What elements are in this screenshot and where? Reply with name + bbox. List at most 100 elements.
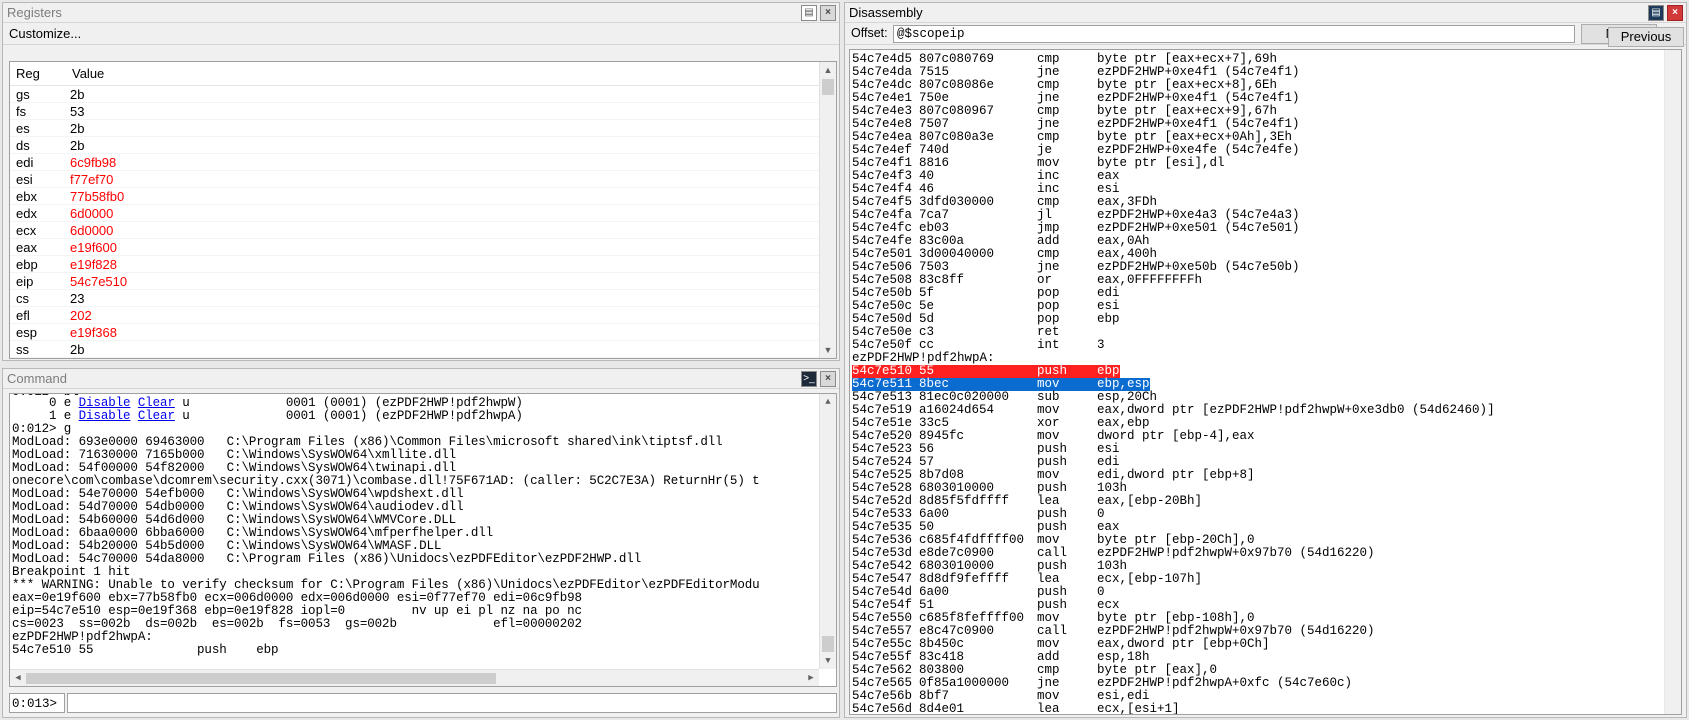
command-prompt-icon[interactable]: >_ [801,371,817,387]
scroll-up-icon[interactable]: ▲ [820,394,836,410]
register-row[interactable]: cs 23 [10,290,836,307]
register-name: fs [16,104,27,119]
scroll-right-icon[interactable]: ▶ [803,670,819,686]
registers-title: Registers [7,5,62,20]
offset-label: Offset: [851,26,888,40]
scroll-thumb[interactable] [822,79,834,95]
disassembly-line[interactable]: 54c7e4f1 8816 mov byte ptr [esi],dl [852,157,1663,170]
register-row[interactable]: es 2b [10,120,836,137]
scroll-down-icon[interactable]: ▼ [820,653,836,669]
register-value[interactable]: 2b [70,86,84,103]
close-icon[interactable]: × [820,5,836,21]
register-row[interactable]: ebx 77b58fb0 [10,188,836,205]
disable-link[interactable]: Disable [79,396,131,410]
scroll-down-icon[interactable]: ▼ [820,342,836,358]
command-vertical-scrollbar[interactable]: ▲ ▼ [819,394,836,669]
register-value[interactable]: 2b [70,120,84,137]
disassembly-line[interactable]: 54c7e547 8d8df9feffff lea ecx,[ebp-107h] [852,573,1663,586]
register-row[interactable]: ds 2b [10,137,836,154]
breakpoint-suffix: u 0001 (0001) (ezPDF2HWP!pdf2hwpA) [174,409,523,423]
disassembly-line[interactable]: 54c7e56b 8bf7 mov esi,edi [852,690,1663,703]
register-value[interactable]: 54c7e510 [70,273,127,290]
register-row[interactable]: edx 6d0000 [10,205,836,222]
close-icon[interactable]: × [820,371,836,387]
offset-input[interactable]: @$scopeip [893,25,1575,43]
disassembly-line[interactable]: 54c7e510 55 push ebp [852,365,1663,378]
disassembly-line[interactable]: 54c7e508 83c8ff or eax,0FFFFFFFFh [852,274,1663,287]
disassembly-label-line[interactable]: ezPDF2HWP!pdf2hwpA: [852,352,1663,365]
operands: eax,dword ptr [ezPDF2HWP!pdf2hwpW+0xe3db… [1097,403,1495,417]
disassembly-line[interactable]: 54c7e50e c3 ret [852,326,1663,339]
disassembly-line[interactable]: 54c7e4fc eb03 jmp ezPDF2HWP+0xe501 (54c7e50… [852,222,1663,235]
customize-button[interactable]: Customize... [3,23,839,45]
register-value[interactable]: e19f600 [70,239,117,256]
disassembly-line[interactable]: 54c7e523 56 push esi [852,443,1663,456]
previous-button[interactable]: Previous [1608,27,1684,47]
prompt-label: 0:013> [9,693,65,713]
disassembly-line[interactable]: 54c7e565 0f85a1000000 jne ezPDF2HWP!pdf2hwp… [852,677,1663,690]
scroll-up-icon[interactable]: ▲ [820,62,836,78]
register-value[interactable]: f77ef70 [70,171,113,188]
disassembly-line[interactable]: 54c7e50d 5d pop ebp [852,313,1663,326]
offset-row: Offset: @$scopeip Next [845,23,1686,45]
register-value[interactable]: 202 [70,307,92,324]
disassembly-line[interactable]: 54c7e55f 83c418 add esp,18h [852,651,1663,664]
register-value[interactable]: 6c9fb98 [70,154,116,171]
disassembly-line[interactable]: 54c7e533 6a00 push 0 [852,508,1663,521]
disassembly-line[interactable]: 54c7e56d 8d4e01 lea ecx,[esi+1] [852,703,1663,715]
registers-vertical-scrollbar[interactable]: ▲ ▼ [819,62,836,358]
register-value[interactable]: 6d0000 [70,222,113,239]
reg-column-header[interactable]: Reg [16,62,40,86]
clear-link[interactable]: Clear [138,396,175,410]
register-value[interactable]: e19f828 [70,256,117,273]
register-value[interactable]: 77b58fb0 [70,188,124,205]
disassembly-line[interactable]: 54c7e52d 8d85f5fdffff lea eax,[ebp-20Bh] [852,495,1663,508]
operands: ezPDF2HWP!pdf2hwpW+0x97b70 (54d16220) [1097,546,1375,560]
register-name: edx [16,206,37,221]
close-icon[interactable]: × [1667,5,1683,21]
disassembly-line[interactable]: 54c7e50b 5f pop edi [852,287,1663,300]
disassembly-line[interactable]: 54c7e506 7503 jne ezPDF2HWP+0xe50b (54c7e50… [852,261,1663,274]
window-menu-icon[interactable]: ▤ [1648,5,1664,21]
register-value[interactable]: 6d0000 [70,205,113,222]
disassembly-line[interactable]: 54c7e51e 33c5 xor eax,ebp [852,417,1663,430]
disable-link[interactable]: Disable [79,409,131,423]
register-row[interactable]: gs 2b [10,86,836,103]
disassembly-line[interactable]: 54c7e520 8945fc mov dword ptr [ebp-4],eax [852,430,1663,443]
disassembly-line[interactable]: 54c7e50c 5e pop esi [852,300,1663,313]
register-row[interactable]: eax e19f600 [10,239,836,256]
register-value[interactable]: 2b [70,137,84,154]
scroll-thumb[interactable] [26,673,496,684]
register-value[interactable]: 23 [70,290,84,307]
register-value[interactable]: e19f368 [70,324,117,341]
clear-link[interactable]: Clear [138,409,175,423]
command-line: 54c7e510 55 push ebp [12,643,279,657]
command-input[interactable] [67,693,837,713]
register-row[interactable]: ss 2b [10,341,836,358]
register-row[interactable]: ecx 6d0000 [10,222,836,239]
command-horizontal-scrollbar[interactable]: ◀ ▶ [10,669,819,686]
disassembly-line[interactable]: 54c7e55c 8b450c mov eax,dword ptr [ebp+0Ch] [852,638,1663,651]
register-row[interactable]: eip 54c7e510 [10,273,836,290]
disassembly-line[interactable]: 54c7e4f3 40 inc eax [852,170,1663,183]
register-row[interactable]: fs 53 [10,103,836,120]
register-value[interactable]: 53 [70,103,84,120]
disassembly-line[interactable]: 54c7e54d 6a00 push 0 [852,586,1663,599]
operands: dword ptr [ebp-4],eax [1097,429,1255,443]
scroll-thumb[interactable] [822,636,834,652]
disassembly-vertical-scrollbar[interactable] [1664,50,1681,714]
register-row[interactable]: edi 6c9fb98 [10,154,836,171]
register-value[interactable]: 2b [70,341,84,358]
register-row[interactable]: efl 202 [10,307,836,324]
register-row[interactable]: esp e19f368 [10,324,836,341]
register-row[interactable]: ebp e19f828 [10,256,836,273]
value-column-header[interactable]: Value [72,62,104,86]
register-row[interactable]: esi f77ef70 [10,171,836,188]
window-menu-icon[interactable]: ▤ [801,5,817,21]
scroll-left-icon[interactable]: ◀ [10,670,26,686]
register-name: cs [16,291,29,306]
disassembly-line[interactable]: 54c7e519 a16024d654 mov eax,dword ptr [ezPD… [852,404,1663,417]
disassembly-line[interactable]: 54c7e524 57 push edi [852,456,1663,469]
disassembly-line[interactable]: 54c7e4ef 740d je ezPDF2HWP+0xe4fe (54c7e4fe… [852,144,1663,157]
mnemonic: mov [1037,377,1060,391]
